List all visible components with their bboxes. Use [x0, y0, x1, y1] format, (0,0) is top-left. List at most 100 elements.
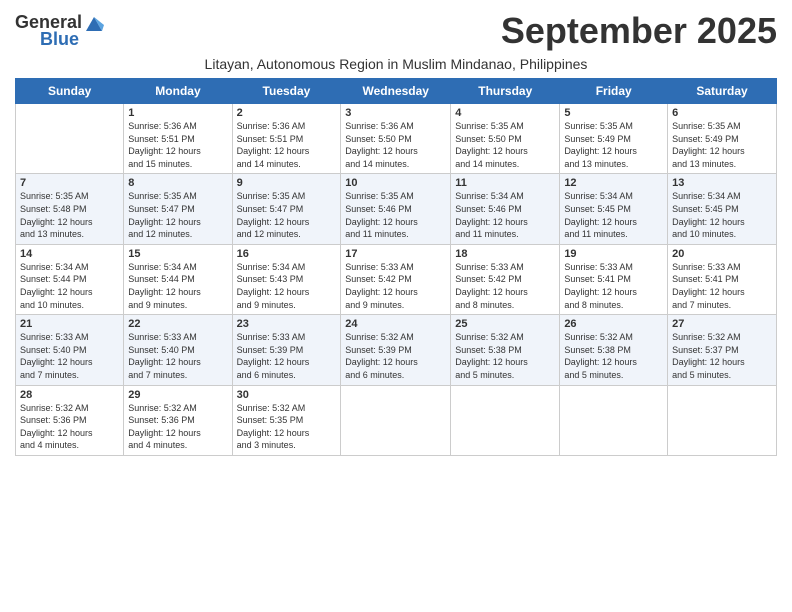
logo-icon — [84, 13, 104, 33]
day-number: 28 — [20, 389, 119, 401]
day-number: 20 — [672, 248, 772, 260]
col-wednesday: Wednesday — [341, 79, 451, 104]
day-number: 2 — [237, 107, 337, 119]
day-info: Sunrise: 5:32 AMSunset: 5:39 PMDaylight:… — [345, 331, 446, 381]
day-info: Sunrise: 5:33 AMSunset: 5:42 PMDaylight:… — [345, 261, 446, 311]
calendar-cell: 28Sunrise: 5:32 AMSunset: 5:36 PMDayligh… — [16, 385, 124, 455]
day-number: 5 — [564, 107, 663, 119]
day-info: Sunrise: 5:33 AMSunset: 5:40 PMDaylight:… — [128, 331, 227, 381]
day-number: 11 — [455, 177, 555, 189]
col-sunday: Sunday — [16, 79, 124, 104]
calendar-cell: 2Sunrise: 5:36 AMSunset: 5:51 PMDaylight… — [232, 104, 341, 174]
day-number: 17 — [345, 248, 446, 260]
day-number: 23 — [237, 318, 337, 330]
calendar-cell: 21Sunrise: 5:33 AMSunset: 5:40 PMDayligh… — [16, 315, 124, 385]
day-number: 12 — [564, 177, 663, 189]
day-info: Sunrise: 5:33 AMSunset: 5:39 PMDaylight:… — [237, 331, 337, 381]
calendar-cell: 13Sunrise: 5:34 AMSunset: 5:45 PMDayligh… — [668, 174, 777, 244]
day-number: 29 — [128, 389, 227, 401]
calendar-cell: 18Sunrise: 5:33 AMSunset: 5:42 PMDayligh… — [451, 244, 560, 314]
day-info: Sunrise: 5:32 AMSunset: 5:36 PMDaylight:… — [20, 402, 119, 452]
calendar-header-row: Sunday Monday Tuesday Wednesday Thursday… — [16, 79, 777, 104]
logo: General Blue — [15, 12, 104, 50]
day-info: Sunrise: 5:32 AMSunset: 5:35 PMDaylight:… — [237, 402, 337, 452]
calendar-cell: 29Sunrise: 5:32 AMSunset: 5:36 PMDayligh… — [124, 385, 232, 455]
day-info: Sunrise: 5:36 AMSunset: 5:51 PMDaylight:… — [128, 120, 227, 170]
day-info: Sunrise: 5:34 AMSunset: 5:44 PMDaylight:… — [128, 261, 227, 311]
day-info: Sunrise: 5:33 AMSunset: 5:40 PMDaylight:… — [20, 331, 119, 381]
col-thursday: Thursday — [451, 79, 560, 104]
month-title: September 2025 — [501, 10, 777, 52]
day-number: 30 — [237, 389, 337, 401]
col-tuesday: Tuesday — [232, 79, 341, 104]
calendar-cell: 5Sunrise: 5:35 AMSunset: 5:49 PMDaylight… — [560, 104, 668, 174]
calendar-cell: 27Sunrise: 5:32 AMSunset: 5:37 PMDayligh… — [668, 315, 777, 385]
calendar-cell: 4Sunrise: 5:35 AMSunset: 5:50 PMDaylight… — [451, 104, 560, 174]
calendar-cell: 6Sunrise: 5:35 AMSunset: 5:49 PMDaylight… — [668, 104, 777, 174]
calendar-cell: 30Sunrise: 5:32 AMSunset: 5:35 PMDayligh… — [232, 385, 341, 455]
day-number: 9 — [237, 177, 337, 189]
day-number: 1 — [128, 107, 227, 119]
day-number: 6 — [672, 107, 772, 119]
calendar-week-1: 1Sunrise: 5:36 AMSunset: 5:51 PMDaylight… — [16, 104, 777, 174]
day-number: 25 — [455, 318, 555, 330]
day-number: 19 — [564, 248, 663, 260]
day-info: Sunrise: 5:32 AMSunset: 5:38 PMDaylight:… — [564, 331, 663, 381]
day-number: 26 — [564, 318, 663, 330]
day-info: Sunrise: 5:32 AMSunset: 5:37 PMDaylight:… — [672, 331, 772, 381]
day-info: Sunrise: 5:36 AMSunset: 5:51 PMDaylight:… — [237, 120, 337, 170]
day-number: 4 — [455, 107, 555, 119]
day-info: Sunrise: 5:36 AMSunset: 5:50 PMDaylight:… — [345, 120, 446, 170]
day-info: Sunrise: 5:32 AMSunset: 5:36 PMDaylight:… — [128, 402, 227, 452]
day-number: 22 — [128, 318, 227, 330]
calendar-cell: 15Sunrise: 5:34 AMSunset: 5:44 PMDayligh… — [124, 244, 232, 314]
col-monday: Monday — [124, 79, 232, 104]
day-info: Sunrise: 5:35 AMSunset: 5:47 PMDaylight:… — [237, 190, 337, 240]
day-info: Sunrise: 5:34 AMSunset: 5:44 PMDaylight:… — [20, 261, 119, 311]
day-info: Sunrise: 5:34 AMSunset: 5:46 PMDaylight:… — [455, 190, 555, 240]
day-number: 15 — [128, 248, 227, 260]
calendar-cell: 1Sunrise: 5:36 AMSunset: 5:51 PMDaylight… — [124, 104, 232, 174]
calendar-table: Sunday Monday Tuesday Wednesday Thursday… — [15, 78, 777, 456]
calendar-cell: 12Sunrise: 5:34 AMSunset: 5:45 PMDayligh… — [560, 174, 668, 244]
calendar-cell: 7Sunrise: 5:35 AMSunset: 5:48 PMDaylight… — [16, 174, 124, 244]
calendar-cell: 20Sunrise: 5:33 AMSunset: 5:41 PMDayligh… — [668, 244, 777, 314]
calendar-cell: 24Sunrise: 5:32 AMSunset: 5:39 PMDayligh… — [341, 315, 451, 385]
day-info: Sunrise: 5:33 AMSunset: 5:42 PMDaylight:… — [455, 261, 555, 311]
subtitle: Litayan, Autonomous Region in Muslim Min… — [15, 56, 777, 72]
day-number: 24 — [345, 318, 446, 330]
page: General Blue September 2025 Litayan, Aut… — [0, 0, 792, 612]
day-number: 8 — [128, 177, 227, 189]
calendar-cell: 11Sunrise: 5:34 AMSunset: 5:46 PMDayligh… — [451, 174, 560, 244]
calendar-cell: 14Sunrise: 5:34 AMSunset: 5:44 PMDayligh… — [16, 244, 124, 314]
calendar-cell — [341, 385, 451, 455]
calendar-cell: 8Sunrise: 5:35 AMSunset: 5:47 PMDaylight… — [124, 174, 232, 244]
calendar-week-5: 28Sunrise: 5:32 AMSunset: 5:36 PMDayligh… — [16, 385, 777, 455]
col-saturday: Saturday — [668, 79, 777, 104]
day-info: Sunrise: 5:33 AMSunset: 5:41 PMDaylight:… — [672, 261, 772, 311]
calendar-cell — [560, 385, 668, 455]
day-number: 10 — [345, 177, 446, 189]
logo-blue: Blue — [40, 29, 79, 50]
calendar-week-4: 21Sunrise: 5:33 AMSunset: 5:40 PMDayligh… — [16, 315, 777, 385]
day-info: Sunrise: 5:34 AMSunset: 5:45 PMDaylight:… — [672, 190, 772, 240]
header: General Blue September 2025 — [15, 10, 777, 52]
day-number: 14 — [20, 248, 119, 260]
day-info: Sunrise: 5:35 AMSunset: 5:47 PMDaylight:… — [128, 190, 227, 240]
day-number: 3 — [345, 107, 446, 119]
day-info: Sunrise: 5:34 AMSunset: 5:43 PMDaylight:… — [237, 261, 337, 311]
calendar-cell — [16, 104, 124, 174]
day-info: Sunrise: 5:35 AMSunset: 5:46 PMDaylight:… — [345, 190, 446, 240]
day-number: 21 — [20, 318, 119, 330]
day-number: 7 — [20, 177, 119, 189]
day-info: Sunrise: 5:35 AMSunset: 5:49 PMDaylight:… — [672, 120, 772, 170]
col-friday: Friday — [560, 79, 668, 104]
calendar-cell: 16Sunrise: 5:34 AMSunset: 5:43 PMDayligh… — [232, 244, 341, 314]
calendar-cell: 9Sunrise: 5:35 AMSunset: 5:47 PMDaylight… — [232, 174, 341, 244]
day-number: 27 — [672, 318, 772, 330]
day-info: Sunrise: 5:35 AMSunset: 5:48 PMDaylight:… — [20, 190, 119, 240]
day-info: Sunrise: 5:32 AMSunset: 5:38 PMDaylight:… — [455, 331, 555, 381]
calendar-cell: 19Sunrise: 5:33 AMSunset: 5:41 PMDayligh… — [560, 244, 668, 314]
day-number: 13 — [672, 177, 772, 189]
day-number: 16 — [237, 248, 337, 260]
